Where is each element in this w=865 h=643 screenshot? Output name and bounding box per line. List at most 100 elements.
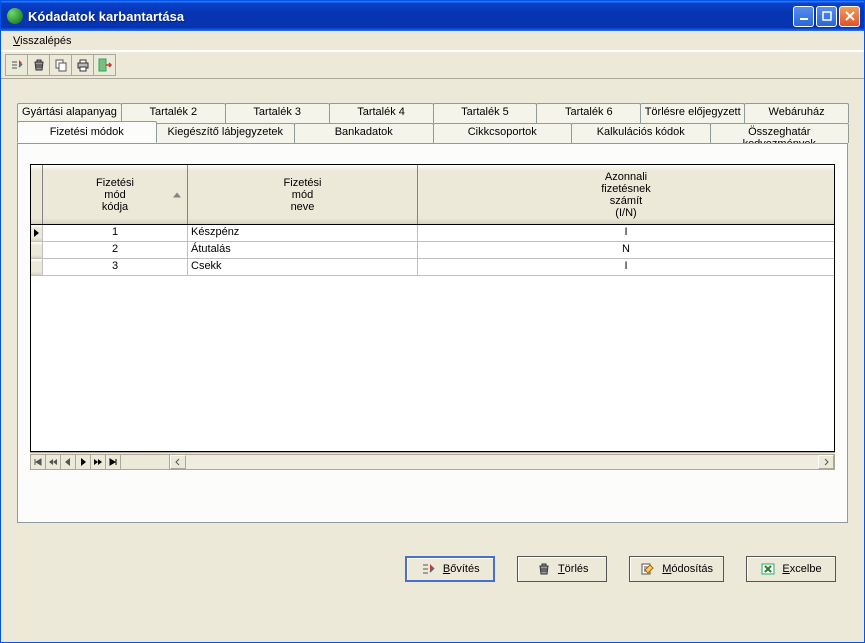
cell-name: Átutalás xyxy=(188,242,418,258)
minimize-icon xyxy=(799,11,809,21)
nav-prev-page-button[interactable] xyxy=(45,454,61,470)
app-icon xyxy=(7,8,23,24)
trash-icon xyxy=(31,57,47,73)
menu-visszalepes[interactable]: Visszalépés xyxy=(7,33,78,49)
toolbar-delete-button[interactable] xyxy=(27,54,50,76)
nav-next-button[interactable] xyxy=(75,454,91,470)
close-button[interactable] xyxy=(839,6,860,27)
tab-gy-rt-si-alapanyag[interactable]: Gyártási alapanyag xyxy=(17,103,122,123)
torles-button[interactable]: Törlés xyxy=(517,556,607,582)
nav-prev-page-icon xyxy=(48,457,58,467)
bovites-label: Bővítés xyxy=(443,563,480,575)
row-marker xyxy=(31,259,43,275)
menubar: Visszalépés xyxy=(1,31,864,51)
grid-header-marker xyxy=(31,165,43,224)
content-area: Gyártási alapanyagTartalék 2Tartalék 3Ta… xyxy=(1,79,864,642)
toolbar-print-button[interactable] xyxy=(71,54,94,76)
table-row[interactable]: 3CsekkI xyxy=(31,259,834,276)
excel-icon xyxy=(760,561,776,577)
hscroll-left-button[interactable] xyxy=(170,455,186,469)
tab-tartal-k-3[interactable]: Tartalék 3 xyxy=(225,103,330,123)
tab-container: Gyártási alapanyagTartalék 2Tartalék 3Ta… xyxy=(17,103,848,523)
tab-row-lower: Fizetési módokKiegészítő lábjegyzetekBan… xyxy=(17,123,848,143)
add-icon xyxy=(421,561,437,577)
cell-code: 2 xyxy=(43,242,188,258)
action-button-row: Bővítés Törlés Módosítás Excelbe xyxy=(405,556,836,582)
sort-asc-icon xyxy=(173,192,181,197)
nav-last-icon xyxy=(108,457,118,467)
nav-next-page-button[interactable] xyxy=(90,454,106,470)
titlebar: Kódadatok karbantartása xyxy=(1,1,864,31)
excelbe-label: Excelbe xyxy=(782,563,821,575)
modositas-label: Módosítás xyxy=(662,563,713,575)
cell-name: Készpénz xyxy=(188,225,418,241)
grid-header-instant-label: Azonnali fizetésnek számít (I/N) xyxy=(601,171,651,219)
grid-header-code[interactable]: Fizetési mód kódja xyxy=(43,165,188,224)
cell-instant: I xyxy=(418,225,834,241)
tab-tartal-k-5[interactable]: Tartalék 5 xyxy=(433,103,538,123)
excelbe-button[interactable]: Excelbe xyxy=(746,556,836,582)
cell-instant: N xyxy=(418,242,834,258)
tab-web-ruh-z[interactable]: Webáruház xyxy=(744,103,849,123)
grid-navigator xyxy=(30,452,835,470)
data-grid[interactable]: Fizetési mód kódja Fizetési mód neve Azo… xyxy=(30,164,835,452)
nav-first-button[interactable] xyxy=(30,454,46,470)
hscroll-track[interactable] xyxy=(169,454,835,470)
torles-label: Törlés xyxy=(558,563,589,575)
current-row-pointer-icon xyxy=(34,229,39,237)
print-icon xyxy=(75,57,91,73)
nav-next-page-icon xyxy=(93,457,103,467)
nav-prev-icon xyxy=(64,457,72,467)
maximize-icon xyxy=(822,11,832,21)
tab-row-upper: Gyártási alapanyagTartalék 2Tartalék 3Ta… xyxy=(17,103,848,123)
grid-header: Fizetési mód kódja Fizetési mód neve Azo… xyxy=(31,165,834,225)
modositas-button[interactable]: Módosítás xyxy=(629,556,724,582)
chevron-right-icon xyxy=(822,458,830,466)
cell-name: Csekk xyxy=(188,259,418,275)
tab-t-rl-sre-el-jegyzett[interactable]: Törlésre előjegyzett xyxy=(640,103,745,123)
nav-prev-button[interactable] xyxy=(60,454,76,470)
cell-code: 3 xyxy=(43,259,188,275)
tab-fizet-si-m-dok[interactable]: Fizetési módok xyxy=(17,121,157,143)
grid-header-name[interactable]: Fizetési mód neve xyxy=(188,165,418,224)
tab-kalkul-ci-s-k-dok[interactable]: Kalkulációs kódok xyxy=(571,123,711,143)
cell-code: 1 xyxy=(43,225,188,241)
tab-tartal-k-2[interactable]: Tartalék 2 xyxy=(121,103,226,123)
tab-bankadatok[interactable]: Bankadatok xyxy=(294,123,434,143)
exit-icon xyxy=(97,57,113,73)
grid-body: 1KészpénzI2ÁtutalásN3CsekkI xyxy=(31,225,834,451)
table-row[interactable]: 2ÁtutalásN xyxy=(31,242,834,259)
bovites-button[interactable]: Bővítés xyxy=(405,556,495,582)
tab-kieg-sz-t-l-bjegyzetek[interactable]: Kiegészítő lábjegyzetek xyxy=(156,123,296,143)
close-icon xyxy=(845,11,855,21)
nav-last-button[interactable] xyxy=(105,454,121,470)
toolbar-exit-button[interactable] xyxy=(93,54,116,76)
tab--sszeghat-r-kedvezm-nyek[interactable]: Összeghatár kedvezmények xyxy=(710,123,850,143)
toolbar-add-button[interactable] xyxy=(5,54,28,76)
app-window: Kódadatok karbantartása Visszalépés xyxy=(0,0,865,643)
grid-header-instant[interactable]: Azonnali fizetésnek számít (I/N) xyxy=(418,165,834,224)
nav-spacer xyxy=(120,454,170,470)
toolbar xyxy=(1,51,864,79)
trash-icon xyxy=(536,561,552,577)
nav-next-icon xyxy=(79,457,87,467)
tab-panel: Fizetési mód kódja Fizetési mód neve Azo… xyxy=(17,143,848,523)
grid-header-name-label: Fizetési mód neve xyxy=(284,177,322,213)
hscroll-right-button[interactable] xyxy=(818,455,834,469)
maximize-button[interactable] xyxy=(816,6,837,27)
chevron-left-icon xyxy=(174,458,182,466)
row-marker xyxy=(31,242,43,258)
edit-icon xyxy=(640,561,656,577)
add-record-icon xyxy=(9,57,25,73)
tab-tartal-k-6[interactable]: Tartalék 6 xyxy=(536,103,641,123)
row-marker xyxy=(31,225,43,241)
window-title: Kódadatok karbantartása xyxy=(28,9,793,24)
minimize-button[interactable] xyxy=(793,6,814,27)
nav-first-icon xyxy=(33,457,43,467)
grid-header-code-label: Fizetési mód kódja xyxy=(96,177,134,213)
table-row[interactable]: 1KészpénzI xyxy=(31,225,834,242)
tab-tartal-k-4[interactable]: Tartalék 4 xyxy=(329,103,434,123)
cell-instant: I xyxy=(418,259,834,275)
toolbar-copy-button[interactable] xyxy=(49,54,72,76)
tab-cikkcsoportok[interactable]: Cikkcsoportok xyxy=(433,123,573,143)
